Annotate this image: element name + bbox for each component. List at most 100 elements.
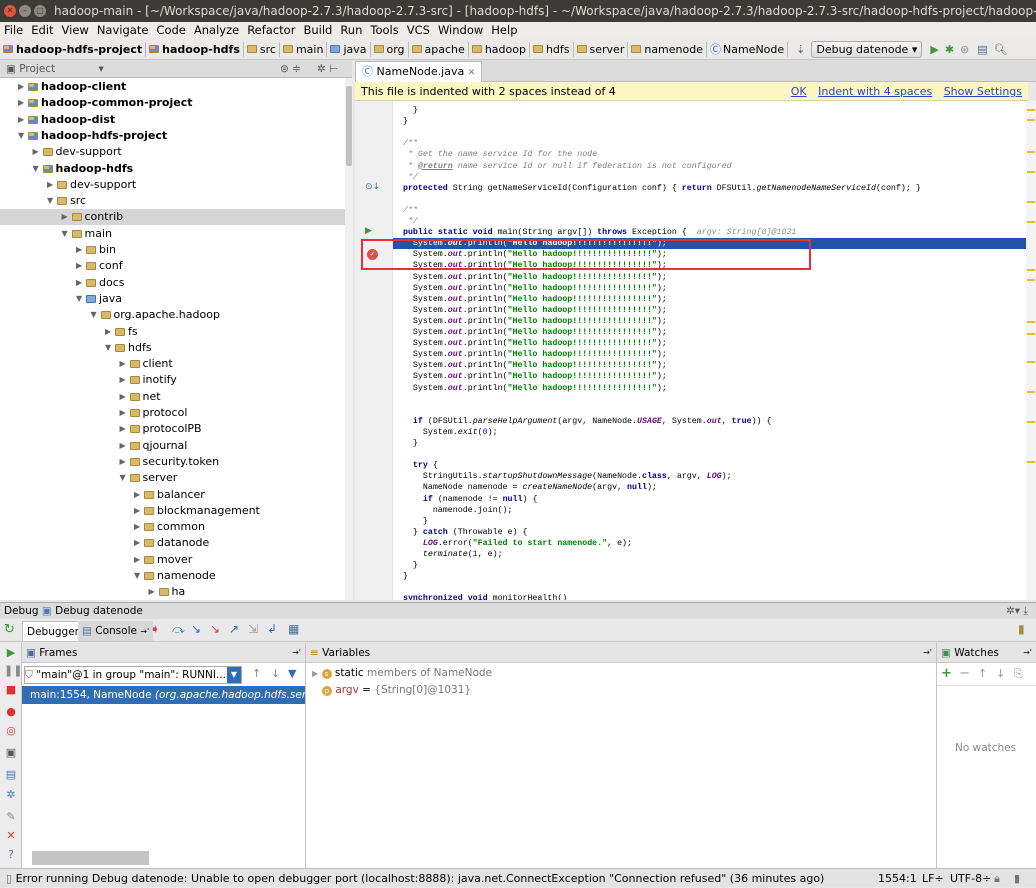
tree-item[interactable]: ▼ org.apache.hadoop <box>0 307 345 323</box>
menu-analyze[interactable]: Analyze <box>190 22 243 39</box>
code-line[interactable]: protected String getNameServiceId(Config… <box>393 183 1026 194</box>
camera-icon[interactable]: ▣ <box>4 746 18 760</box>
close-icon[interactable]: ✕ <box>4 829 18 843</box>
code-line[interactable]: * @return name service Id or null if fed… <box>393 161 1026 172</box>
expanded-arrow-icon[interactable]: ▼ <box>91 307 101 323</box>
code-line[interactable]: System.out.println("Hello hadoop!!!!!!!!… <box>393 283 1026 294</box>
view-breakpoints-icon[interactable]: ● <box>4 705 18 719</box>
warning-marker[interactable] <box>1027 269 1035 271</box>
remove-watch-icon[interactable]: − <box>959 666 970 681</box>
debug-config-tab[interactable]: Debug datenode <box>55 605 143 617</box>
menu-file[interactable]: File <box>0 22 27 39</box>
tree-item[interactable]: ▶ dev-support <box>0 177 345 193</box>
scrollbar-thumb[interactable] <box>346 86 352 166</box>
code-line[interactable]: if (namenode != null) { <box>393 494 1026 505</box>
breadcrumb-item[interactable]: hadoop-hdfs <box>146 41 244 57</box>
menu-help[interactable]: Help <box>487 22 521 39</box>
code-line[interactable]: } <box>393 560 1026 571</box>
code-line[interactable]: System.out.println("Hello hadoop!!!!!!!!… <box>393 327 1026 338</box>
warning-marker[interactable] <box>1027 421 1035 423</box>
encoding[interactable]: UTF-8÷ <box>950 869 991 888</box>
expanded-arrow-icon[interactable]: ▼ <box>76 291 86 307</box>
tree-item[interactable]: ▶ security.token <box>0 454 345 470</box>
code-line[interactable]: System.out.println("Hello hadoop!!!!!!!!… <box>393 338 1026 349</box>
code-line[interactable]: System.out.println("Hello hadoop!!!!!!!!… <box>393 294 1026 305</box>
code-line[interactable]: } <box>393 516 1026 527</box>
close-tab-icon[interactable]: ✕ <box>468 68 476 78</box>
variable-row[interactable]: ▶ s static members of NameNode <box>312 666 492 681</box>
collapsed-arrow-icon[interactable]: ▶ <box>120 421 130 437</box>
collapsed-arrow-icon[interactable]: ▶ <box>120 356 130 372</box>
force-step-into-icon[interactable]: ↘ <box>210 622 220 636</box>
stop-icon[interactable]: ■ <box>4 683 18 697</box>
pause-icon[interactable]: ❚❚ <box>4 664 22 678</box>
warning-marker[interactable] <box>1027 201 1035 203</box>
caret-position[interactable]: 1554:1 <box>878 869 917 888</box>
move-down-icon[interactable]: ↓ <box>996 667 1005 680</box>
tree-item[interactable]: ▶ qjournal <box>0 438 345 454</box>
code-line[interactable]: System.out.println("Hello hadoop!!!!!!!!… <box>393 305 1026 316</box>
menu-build[interactable]: Build <box>299 22 336 39</box>
tab-debugger[interactable]: Debugger <box>22 621 84 641</box>
indent-link[interactable]: Indent with 4 spaces <box>818 85 932 98</box>
code-line[interactable]: System.out.println("Hello hadoop!!!!!!!!… <box>393 371 1026 382</box>
warning-marker[interactable] <box>1027 279 1035 281</box>
tree-item[interactable]: ▶ inotify <box>0 372 345 388</box>
code-line[interactable]: namenode.join(); <box>393 505 1026 516</box>
code-line[interactable]: /** <box>393 205 1026 216</box>
collapsed-arrow-icon[interactable]: ▶ <box>134 487 144 503</box>
previous-frame-icon[interactable]: ↑ <box>252 667 261 680</box>
code-line[interactable]: try { <box>393 460 1026 471</box>
tree-item[interactable]: ▼ hdfs <box>0 340 345 356</box>
warning-marker[interactable] <box>1027 109 1035 111</box>
code-line[interactable]: System.out.println("Hello hadoop!!!!!!!!… <box>393 349 1026 360</box>
breadcrumb-item[interactable]: hadoop-hdfs-project <box>0 41 147 57</box>
expanded-arrow-icon[interactable]: ▼ <box>47 193 57 209</box>
tree-item[interactable]: ▶ mover <box>0 552 345 568</box>
collapse-all-icon[interactable]: ⊜ ≑ <box>280 60 301 78</box>
tree-item[interactable]: ▼ java <box>0 291 345 307</box>
evaluate-expression-icon[interactable]: ▦ <box>288 622 299 636</box>
menu-edit[interactable]: Edit <box>27 22 57 39</box>
menu-refactor[interactable]: Refactor <box>243 22 299 39</box>
ok-link[interactable]: OK <box>791 85 807 98</box>
tree-item[interactable]: ▶ docs <box>0 275 345 291</box>
menu-window[interactable]: Window <box>434 22 487 39</box>
code-line[interactable]: System.exit(0); <box>393 427 1026 438</box>
project-view-dropdown[interactable]: ▣ Project ▾ <box>6 63 104 75</box>
collapsed-arrow-icon[interactable]: ▶ <box>47 177 57 193</box>
warning-marker[interactable] <box>1027 391 1035 393</box>
run-icon[interactable]: ▶ <box>930 43 938 56</box>
collapsed-arrow-icon[interactable]: ▶ <box>149 584 159 600</box>
code-line[interactable]: */ <box>393 172 1026 183</box>
tree-item[interactable]: ▶ client <box>0 356 345 372</box>
code-line[interactable] <box>393 127 1026 138</box>
debug-settings-icon[interactable]: ✲▾ ⤓ <box>1006 603 1028 619</box>
tree-item[interactable]: ▶ blockmanagement <box>0 503 345 519</box>
code-line[interactable]: } <box>393 105 1026 116</box>
breadcrumb-item[interactable]: hadoop <box>469 41 530 57</box>
tab-namenode-java[interactable]: Ⓒ NameNode.java ✕ <box>355 61 483 82</box>
collapsed-arrow-icon[interactable]: ▶ <box>134 503 144 519</box>
code-line[interactable] <box>393 449 1026 460</box>
warning-marker[interactable] <box>1027 119 1035 121</box>
collapsed-arrow-icon[interactable]: ▶ <box>76 275 86 291</box>
thread-dropdown[interactable]: ⛉ "main"@1 in group "main": RUNNI... ▼ <box>24 666 242 684</box>
breadcrumb-item[interactable]: hdfs <box>530 41 574 57</box>
expanded-arrow-icon[interactable]: ▼ <box>62 226 72 242</box>
tree-item[interactable]: ▶ common <box>0 519 345 535</box>
tree-item[interactable]: ▼ namenode <box>0 568 345 584</box>
debug-icon[interactable]: ✱ <box>945 43 954 56</box>
collapsed-arrow-icon[interactable]: ▶ <box>120 389 130 405</box>
code-line[interactable]: */ <box>393 216 1026 227</box>
breadcrumb-item[interactable]: java <box>327 41 371 57</box>
code-line[interactable]: LOG.error("Failed to start namenode.", e… <box>393 538 1026 549</box>
next-frame-icon[interactable]: ↓ <box>271 667 280 680</box>
collapsed-arrow-icon[interactable]: ▶ <box>134 552 144 568</box>
code-line[interactable]: * Get the name service Id for the node <box>393 149 1026 160</box>
tree-item[interactable]: ▶ balancer <box>0 487 345 503</box>
collapsed-arrow-icon[interactable]: ▶ <box>105 324 115 340</box>
warning-marker[interactable] <box>1027 333 1035 335</box>
run-config-dropdown[interactable]: Debug datenode ▾ <box>811 40 923 58</box>
tab-console[interactable]: ▤ Console →' <box>78 621 154 641</box>
